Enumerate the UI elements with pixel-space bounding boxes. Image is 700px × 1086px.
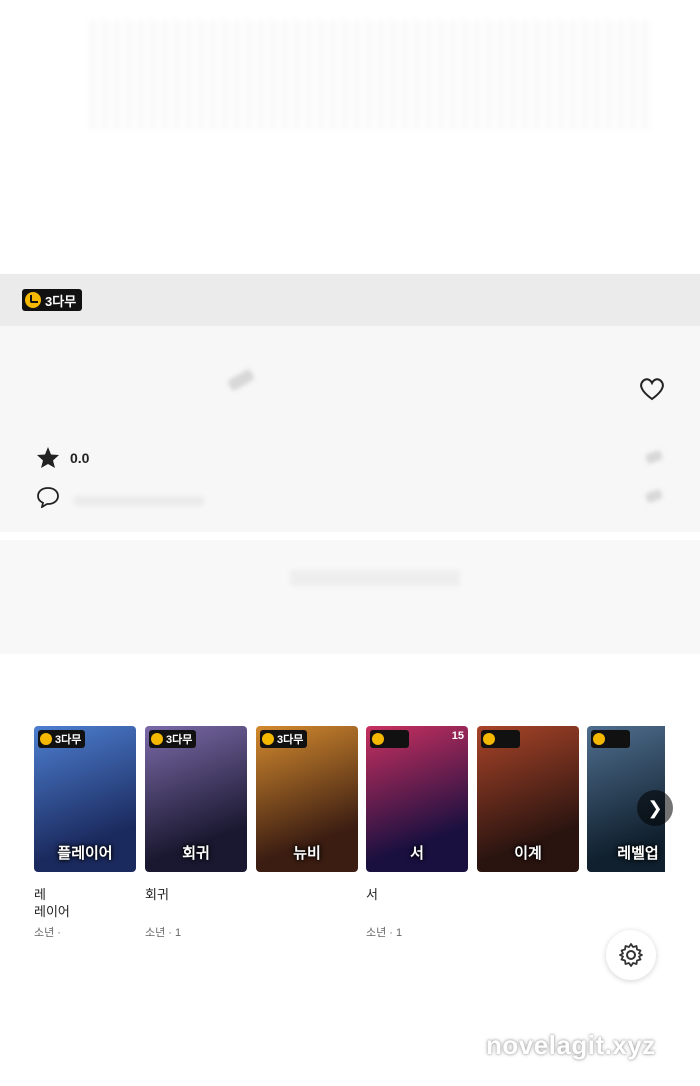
rating-row: 0.0	[36, 446, 89, 469]
comment-icon	[37, 487, 59, 508]
card-meta: 소년 · 1	[366, 927, 403, 939]
blurred-notice-text	[290, 570, 460, 586]
badge-label: 3다무	[55, 734, 82, 746]
watermark: novelagit.xyz	[486, 1030, 656, 1060]
cover-title: 뉴비	[293, 844, 321, 862]
clock-icon	[593, 733, 605, 745]
card-meta: 소년 ·	[34, 927, 61, 939]
top-banner	[0, 0, 700, 274]
favorite-heart-icon[interactable]	[638, 376, 666, 402]
card-meta: 소년 · 1	[145, 927, 182, 939]
card-title-line2: 서	[366, 887, 378, 902]
cover-title: 플레이어	[57, 844, 113, 862]
card-title[interactable]	[587, 886, 665, 920]
comment-row[interactable]	[36, 486, 60, 508]
cover-image[interactable]: 3다무 뉴비	[256, 726, 358, 872]
rating-value: 0.0	[70, 449, 90, 466]
free-badge	[591, 730, 630, 748]
cover-title: 레벨업	[617, 844, 659, 862]
free-badge	[481, 730, 520, 748]
webtoon-card[interactable]: 3다무 회귀 회귀 소년 · 1	[145, 726, 247, 940]
notice-area	[0, 540, 700, 654]
card-title-line2: 레이어	[34, 904, 70, 919]
blurred-value	[644, 449, 664, 465]
carousel-next-button[interactable]: ❯	[637, 790, 673, 826]
webtoon-card[interactable]: 3다무 플레이어 레 레이어 소년 ·	[34, 726, 136, 940]
blurred-title	[226, 368, 256, 392]
clock-icon	[483, 733, 495, 745]
episode-count: 15	[451, 730, 464, 742]
section-divider	[0, 532, 700, 540]
card-title[interactable]: 레 레이어	[34, 886, 136, 920]
card-title[interactable]	[477, 886, 579, 920]
badge-bar: 3다무	[0, 274, 700, 326]
cover-title: 이계	[514, 844, 542, 862]
cover-image[interactable]: 3다무 플레이어	[34, 726, 136, 872]
card-title[interactable]: 회귀	[145, 886, 247, 920]
cover-image[interactable]: 이계	[477, 726, 579, 872]
cover-title: 서	[410, 844, 424, 862]
card-title[interactable]	[256, 886, 358, 920]
banner-artwork	[90, 20, 650, 130]
clock-icon	[372, 733, 384, 745]
card-title-line1: 레	[34, 887, 46, 902]
star-icon	[37, 447, 59, 468]
free-badge: 3다무	[149, 730, 197, 748]
blurred-comment-count	[644, 488, 664, 504]
webtoon-card[interactable]: 3다무 뉴비	[256, 726, 358, 924]
work-info: 0.0	[0, 326, 700, 532]
gear-icon	[619, 943, 643, 967]
blurred-comment-text	[74, 496, 204, 506]
clock-icon	[262, 733, 274, 745]
clock-icon	[25, 292, 41, 308]
card-title-line2: 회귀	[145, 887, 169, 902]
webtoon-card[interactable]: 이계	[477, 726, 579, 924]
badge-label: 3다무	[166, 734, 193, 746]
free-badge: 3다무	[38, 730, 86, 748]
cover-image[interactable]: 15 서	[366, 726, 468, 872]
clock-icon	[151, 733, 163, 745]
free-badge-label: 3다무	[45, 293, 77, 309]
card-title[interactable]: 서	[366, 886, 468, 920]
chevron-right-icon: ❯	[647, 797, 663, 818]
cover-title: 회귀	[182, 844, 210, 862]
webtoon-card[interactable]: 15 서 서 소년 · 1	[366, 726, 468, 940]
cover-image[interactable]: 3다무 회귀	[145, 726, 247, 872]
free-badge: 3다무	[22, 289, 83, 311]
badge-label: 3다무	[277, 734, 304, 746]
clock-icon	[40, 733, 52, 745]
settings-button[interactable]	[606, 930, 656, 980]
free-badge: 3다무	[260, 730, 308, 748]
free-badge	[370, 730, 409, 748]
